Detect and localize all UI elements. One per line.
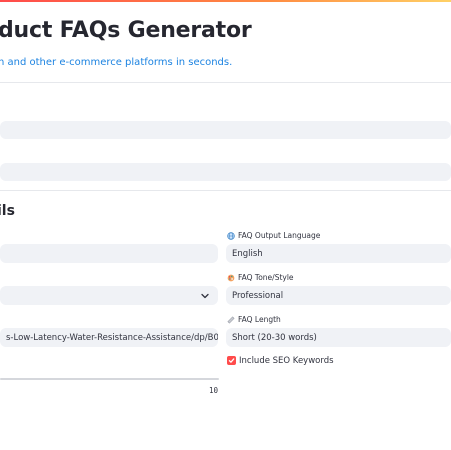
product-url-value: s-Low-Latency-Water-Resistance-Assistanc… xyxy=(6,332,218,343)
slider-track[interactable] xyxy=(0,378,219,380)
left-text-input[interactable] xyxy=(0,244,218,263)
page-subtitle: n and other e-commerce platforms in seco… xyxy=(0,57,233,68)
page-title: duct FAQs Generator xyxy=(0,18,252,43)
slider-max-label: 10 xyxy=(209,386,219,395)
checkmark-icon xyxy=(228,358,235,363)
ruler-icon xyxy=(227,315,235,324)
divider xyxy=(0,82,451,83)
text-input-2[interactable] xyxy=(0,163,451,181)
faq-length-input[interactable]: Short (20-30 words) xyxy=(226,328,451,347)
tone-style-label: FAQ Tone/Style xyxy=(227,273,294,282)
output-language-input[interactable]: English xyxy=(226,244,451,263)
top-decoration-bar xyxy=(0,0,451,2)
left-select[interactable] xyxy=(0,286,218,305)
tone-style-input[interactable]: Professional xyxy=(226,286,451,305)
text-input-1[interactable] xyxy=(0,121,451,139)
palette-icon xyxy=(227,274,235,282)
include-seo-label: Include SEO Keywords xyxy=(239,356,334,366)
faq-length-label: FAQ Length xyxy=(227,315,281,324)
section-heading: ils xyxy=(0,203,15,219)
output-language-label: FAQ Output Language xyxy=(227,231,320,240)
include-seo-checkbox[interactable] xyxy=(227,356,236,365)
globe-icon xyxy=(227,231,235,240)
chevron-down-icon xyxy=(200,291,210,301)
product-url-input[interactable]: s-Low-Latency-Water-Resistance-Assistanc… xyxy=(0,328,218,347)
divider xyxy=(0,190,451,191)
